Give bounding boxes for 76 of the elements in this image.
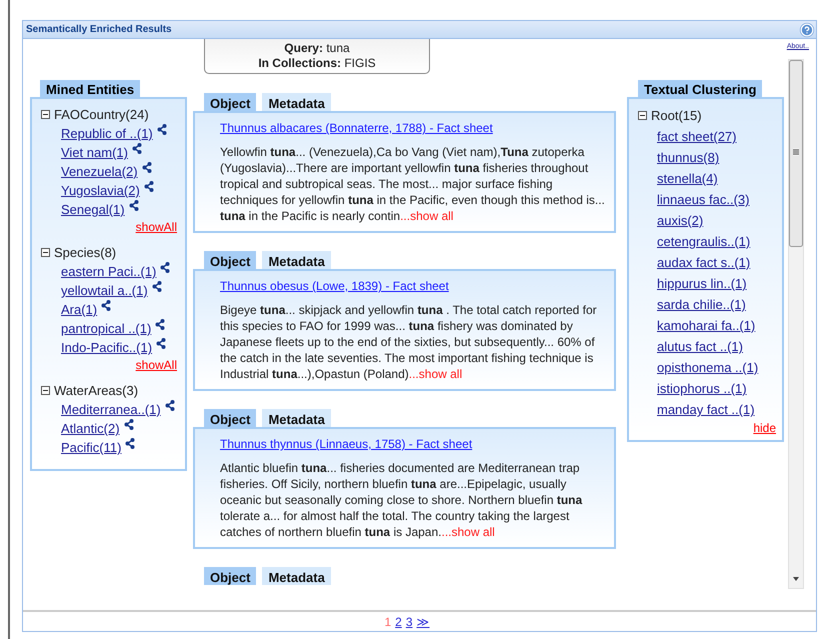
entity-link[interactable]: eastern Paci..(1) <box>61 262 156 281</box>
show-all-link[interactable]: ...show all <box>400 209 454 223</box>
share-icon[interactable] <box>124 419 134 430</box>
entity-link[interactable]: Indo-Pacific..(1) <box>61 338 152 357</box>
collections-text: In Collections: FIGIS <box>258 56 376 71</box>
show-all-link[interactable]: ...show all <box>441 525 495 539</box>
show-all-link[interactable]: showAll <box>136 219 177 235</box>
entity-link[interactable]: Pacific(11) <box>61 438 122 457</box>
share-icon[interactable] <box>144 181 154 192</box>
group-label[interactable]: Species(8) <box>54 242 116 262</box>
share-icon[interactable] <box>156 338 166 349</box>
cluster-link[interactable]: kamoharai fa..(1) <box>657 316 756 335</box>
entity-link[interactable]: Senegal(1) <box>61 200 125 219</box>
cluster-root-label[interactable]: Root(15) <box>651 106 702 126</box>
show-all-link[interactable]: ...show all <box>408 367 462 381</box>
cluster-link[interactable]: linnaeus fac..(3) <box>657 190 750 209</box>
cluster-link[interactable]: fact sheet(27) <box>657 127 736 146</box>
cluster-link[interactable]: alutus fact ..(1) <box>657 337 743 356</box>
result-snippet: Bigeye tuna... skipjack and yellowfin tuna . The total catch reported for this species to FAO for 1999 was... tuna fishery was dominated by Japanese fleets up to the end of the sixties, but subsequently... 60% of the catch in the late seventies. The most important fishing technique is Industrial tuna...),Opastun (Poland)...show all <box>220 302 598 382</box>
result-tab[interactable]: Metadata <box>262 251 331 269</box>
cluster-link[interactable]: stenella(4) <box>657 169 718 188</box>
result-title-link[interactable]: Thunnus thynnus (Linnaeus, 1758) - Fact sheet <box>220 437 472 451</box>
panel-title: Semantically Enriched Results <box>26 23 172 37</box>
result-tab[interactable]: Metadata <box>262 409 331 427</box>
share-icon[interactable] <box>164 400 175 411</box>
cluster-link[interactable]: istiophorus ..(1) <box>657 379 747 398</box>
collapse-icon[interactable] <box>41 248 50 257</box>
entity-link[interactable]: yellowtail a..(1) <box>61 281 148 300</box>
cluster-link[interactable]: hippurus lin..(1) <box>657 274 747 293</box>
collapse-icon[interactable] <box>41 110 50 119</box>
group-label[interactable]: WaterAreas(3) <box>54 380 138 400</box>
share-icon[interactable] <box>160 262 170 273</box>
share-icon[interactable] <box>125 438 136 449</box>
cluster-link[interactable]: opisthonema ..(1) <box>657 358 758 377</box>
share-icon[interactable] <box>155 319 166 330</box>
page-link[interactable]: ≫ <box>416 612 430 630</box>
share-icon[interactable] <box>142 162 152 173</box>
cluster-link[interactable]: thunnus(8) <box>657 148 720 167</box>
page-link[interactable]: 3 <box>406 612 413 630</box>
cluster-link[interactable]: audax fact s..(1) <box>657 253 750 272</box>
entity-link[interactable]: Atlantic(2) <box>61 419 120 438</box>
cluster-link[interactable]: cetengraulis..(1) <box>657 232 750 251</box>
collapse-icon[interactable] <box>41 386 50 395</box>
entity-link[interactable]: pantropical ..(1) <box>61 319 152 338</box>
entity-link[interactable]: Mediterranea..(1) <box>61 400 161 419</box>
cluster-link[interactable]: manday fact ..(1) <box>657 400 755 419</box>
result-tab[interactable]: Object <box>204 251 256 269</box>
result-title-link[interactable]: Thunnus obesus (Lowe, 1839) - Fact sheet <box>220 279 449 293</box>
share-icon[interactable] <box>132 143 142 154</box>
entity-link[interactable]: Venezuela(2) <box>61 162 138 181</box>
help-icon[interactable] <box>800 22 814 36</box>
entity-link[interactable]: Viet nam(1) <box>61 143 128 162</box>
result-tab[interactable]: Object <box>204 409 256 427</box>
show-all-link[interactable]: showAll <box>136 357 177 373</box>
share-icon[interactable] <box>152 281 162 292</box>
share-icon[interactable] <box>156 124 167 135</box>
query-text: Query: tuna <box>284 41 350 56</box>
result-snippet: Atlantic bluefin tuna... fisheries documented are Mediterranean trap fisheries. Off Sicily, northern bluefin tuna are...Epipelagic, usually oceanic but seasonally coming close to shore. Northern bluefin tuna tolerate a... for almost half the total. The country taking the largest catches of northern bluefin tuna is Japan....show all <box>220 460 584 540</box>
result-tab[interactable]: Object <box>204 93 256 111</box>
entity-link[interactable]: Republic of ..(1) <box>61 124 153 143</box>
result-tab[interactable]: Object <box>204 567 256 585</box>
share-icon[interactable] <box>128 200 139 211</box>
cluster-link[interactable]: auxis(2) <box>657 211 704 230</box>
cluster-link[interactable]: sarda chilie..(1) <box>657 295 746 314</box>
result-snippet: Yellowfin tuna... (Venezuela),Ca bo Vang (Viet nam),Tuna zutoperka (Yugoslavia)...There are important yellowfin tuna fisheries throughout tropical and subtropical seas. The most... major surface fishing techniques for yellowfin tuna in the Pacific, even though this method is... tuna in the Pacific is nearly contin...show all <box>220 144 606 224</box>
result-tab[interactable]: Metadata <box>262 93 331 111</box>
result-title-link[interactable]: Thunnus albacares (Bonnaterre, 1788) - Fact sheet <box>220 121 493 135</box>
entity-link[interactable]: Ara(1) <box>61 300 98 319</box>
share-icon[interactable] <box>101 300 112 311</box>
scrollbar[interactable] <box>788 59 804 589</box>
group-label[interactable]: FAOCountry(24) <box>54 104 149 124</box>
collapse-icon[interactable] <box>638 111 647 120</box>
page-link[interactable]: 2 <box>395 612 402 630</box>
result-tab[interactable]: Metadata <box>262 567 331 585</box>
hide-link[interactable]: hide <box>753 420 776 436</box>
entity-link[interactable]: Yugoslavia(2) <box>61 181 140 200</box>
